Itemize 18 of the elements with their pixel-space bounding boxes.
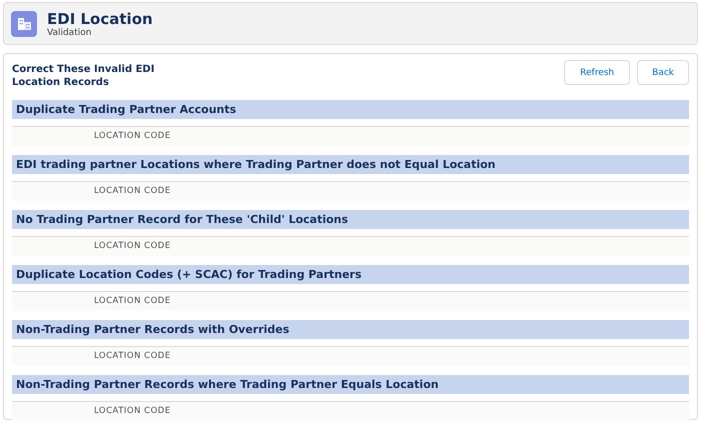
- back-button[interactable]: Back: [637, 60, 689, 85]
- column-header: LOCATION CODE: [93, 405, 171, 418]
- column-header: LOCATION CODE: [93, 295, 171, 308]
- section-header: Non-Trading Partner Records where Trading Partner Equals Location: [12, 375, 689, 394]
- column-header: LOCATION CODE: [93, 240, 171, 253]
- building-icon: [11, 10, 37, 36]
- page-title: EDI Location: [47, 10, 153, 28]
- refresh-button[interactable]: Refresh: [564, 60, 630, 85]
- card-title: Correct These Invalid EDI Location Records: [12, 63, 156, 89]
- column-header: LOCATION CODE: [93, 350, 171, 363]
- column-header: LOCATION CODE: [93, 185, 171, 198]
- page-subtitle: Validation: [47, 28, 92, 38]
- section-header: Non-Trading Partner Records with Overrides: [12, 320, 689, 339]
- section-header: Duplicate Location Codes (+ SCAC) for Trading Partners: [12, 265, 689, 284]
- section-header: Duplicate Trading Partner Accounts: [12, 100, 689, 119]
- section-header: No Trading Partner Record for These 'Child' Locations: [12, 210, 689, 229]
- column-header: LOCATION CODE: [93, 130, 171, 143]
- section-header: EDI trading partner Locations where Trading Partner does not Equal Location: [12, 155, 689, 174]
